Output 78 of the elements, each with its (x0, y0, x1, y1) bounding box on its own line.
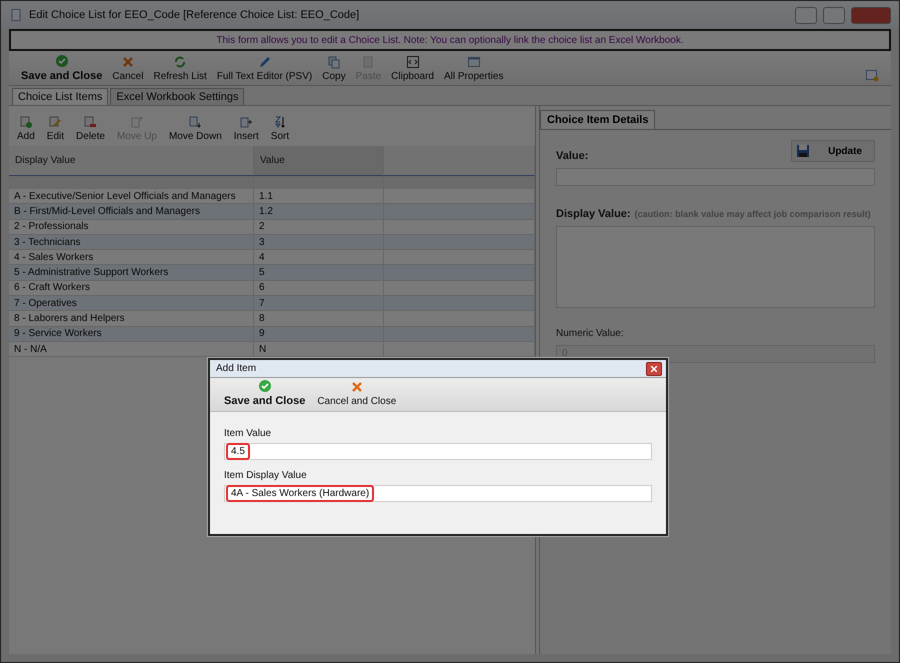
window-title: Edit Choice List for EEO_Code [Reference Choice List: EEO_Code] (29, 9, 360, 21)
table-cell: 9 (254, 326, 384, 342)
field-label: Value: (556, 150, 588, 162)
filter-cell[interactable] (254, 176, 384, 189)
tab[interactable]: Choice Item Details (540, 110, 656, 129)
table-cell: A - Executive/Senior Level Officials and Managers (9, 189, 254, 204)
sort-icon (272, 115, 287, 129)
list-toolbar-button[interactable]: Delete (76, 115, 105, 142)
table-cell: 1.2 (254, 204, 384, 220)
update-button[interactable]: Update (791, 140, 875, 162)
table-cell: 8 (254, 311, 384, 327)
refresh-icon (173, 55, 188, 69)
dialog-toolbar-button[interactable]: Save and Close (224, 379, 306, 407)
input-field[interactable]: 4.5 (224, 443, 652, 460)
move-down-icon (188, 115, 202, 129)
window-icon (466, 55, 481, 69)
pencil-icon (258, 55, 272, 69)
table-cell: 4 - Sales Workers (9, 250, 254, 266)
field-label: Item Display Value (224, 470, 308, 481)
tab[interactable]: Excel Workbook Settings (110, 88, 244, 105)
column-header[interactable]: Display Value (9, 146, 254, 176)
table-cell: 2 - Professionals (9, 220, 254, 235)
check-icon (258, 379, 272, 393)
copy-icon (326, 55, 341, 69)
tab[interactable]: Choice List Items (12, 88, 108, 105)
close-icon (350, 380, 364, 394)
insert-row-icon (239, 115, 254, 129)
toolbar-button[interactable]: Save and Close (21, 54, 102, 82)
close-button[interactable] (646, 362, 662, 376)
document-icon (9, 8, 23, 22)
input-field[interactable]: 4A - Sales Workers (Hardware) (224, 485, 652, 502)
edit-list-icon (48, 115, 62, 129)
table-cell: 5 - Administrative Support Workers (9, 265, 254, 281)
field-label: Item Value (224, 428, 272, 439)
minimize-button[interactable] (795, 6, 817, 24)
check-icon (54, 54, 69, 68)
table-cell: 8 - Laborers and Helpers (9, 311, 254, 327)
toolbar-button[interactable]: Full Text Editor (PSV) (216, 55, 312, 82)
toolbar-button[interactable]: Copy (322, 55, 346, 82)
table-cell: 5 (254, 265, 384, 281)
list-toolbar-button[interactable]: Edit (46, 115, 64, 142)
code-window-icon (406, 55, 420, 69)
table-cell: 3 - Technicians (9, 234, 254, 250)
list-toolbar-button[interactable]: Move Down (168, 115, 222, 142)
paste-icon (361, 55, 376, 69)
filter-cell[interactable] (384, 176, 535, 189)
list-toolbar-button[interactable]: Add (17, 115, 35, 142)
dialog-toolbar-button[interactable]: Cancel and Close (317, 380, 396, 407)
delete-list-icon (83, 115, 98, 129)
table-cell: 3 (254, 234, 384, 250)
table-cell: 7 (254, 296, 384, 312)
close-icon (651, 366, 657, 372)
list-toolbar-button[interactable]: Insert (234, 115, 259, 142)
maximize-button[interactable] (823, 6, 845, 24)
toolbar-button[interactable]: Clipboard (391, 55, 434, 82)
toolbar-button[interactable]: Cancel (112, 55, 144, 82)
table-cell: 4 (254, 250, 384, 266)
field-label: Numeric Value: (556, 328, 625, 339)
close-icon (120, 55, 135, 69)
table-cell: 6 (254, 280, 384, 296)
info-banner: This form allows you to edit a Choice List. Note: You can optionally link the choice list an Excel Workbook. (9, 29, 891, 51)
toolbar-button[interactable]: All Properties (444, 55, 504, 82)
filter-cell[interactable] (9, 176, 254, 189)
move-up-icon (130, 115, 144, 129)
toolbar-button[interactable]: Refresh List (153, 55, 207, 82)
table-cell: 7 - Operatives (9, 296, 254, 312)
field-label: Display Value: (556, 208, 631, 220)
table-cell: B - First/Mid-Level Officials and Managers (9, 204, 254, 220)
column-header[interactable]: Value (254, 146, 384, 176)
table-cell: 2 (254, 220, 384, 235)
table-cell: N - N/A (9, 342, 254, 358)
table-cell: 9 - Service Workers (9, 326, 254, 342)
list-toolbar-button[interactable]: Sort (270, 115, 290, 142)
dialog-title: Add Item (216, 363, 256, 374)
table-cell: N (254, 342, 384, 358)
table-cell: 6 - Craft Workers (9, 280, 254, 296)
add-list-icon (18, 115, 33, 129)
table-cell: 1.1 (254, 189, 384, 204)
